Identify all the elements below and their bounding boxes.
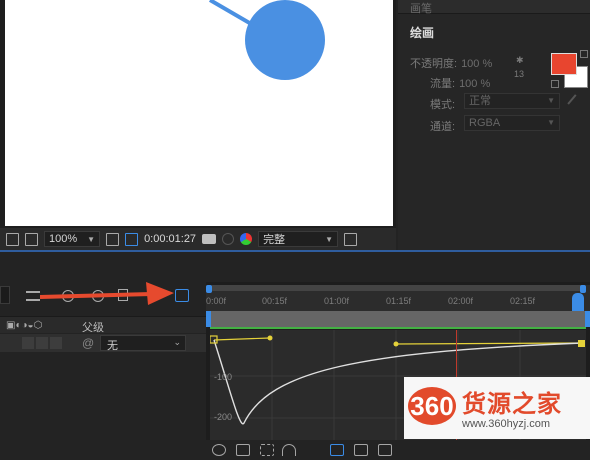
layer-switches-icons[interactable]: ▣◐◑◒⬡ <box>6 320 42 331</box>
navigator-end-handle[interactable] <box>580 285 586 293</box>
ruler-tick-label: 01:15f <box>386 296 412 306</box>
layer-columns-header: ▣◐◑◒⬡ 父级 <box>0 316 206 334</box>
annotation-arrow <box>40 282 174 305</box>
pickwhip-icon[interactable]: @ <box>82 336 94 350</box>
brush-panel-tab[interactable]: 画笔 <box>398 0 590 15</box>
bezier-handle-point[interactable] <box>393 341 399 347</box>
ruler-tick-label: 00:15f <box>262 296 288 306</box>
paint-panel: 画笔 绘画 不透明度: 100 % 流量: 100 % ✱ 13 模式: 正常 ▼ 通… <box>398 0 590 250</box>
graph-value-label: -100 <box>214 372 233 382</box>
flow-label: 流量: <box>430 78 456 90</box>
channel-value: RGBA <box>469 117 501 129</box>
brush-panel-label: 画笔 <box>410 3 432 15</box>
graph-type-icon[interactable] <box>236 444 250 456</box>
graph-editor-toolbar <box>206 440 590 460</box>
render-cache-bar <box>210 327 586 329</box>
zoom-value: 100% <box>49 233 78 245</box>
layer-switch-boxes[interactable] <box>22 337 64 349</box>
ruler-tick-label: 02:15f <box>510 296 536 306</box>
work-area-start-handle[interactable] <box>206 311 211 327</box>
bezier-handle-left[interactable] <box>213 337 271 341</box>
mode-dropdown[interactable]: 正常 ▼ <box>464 93 560 109</box>
ruler-end-marker[interactable] <box>572 293 584 311</box>
ruler-tick-label: 02:00f <box>448 296 474 306</box>
chevron-down-icon: ⌄ <box>173 337 181 347</box>
fit-selection-icon[interactable] <box>354 444 368 456</box>
work-area-end-handle[interactable] <box>585 311 590 327</box>
monitor-icon[interactable] <box>25 232 38 246</box>
watermark-url: www.360hyzj.com <box>462 418 551 430</box>
foreground-color-swatch[interactable] <box>551 53 577 75</box>
brush-size: 13 <box>514 69 525 79</box>
composition-canvas[interactable] <box>5 0 393 226</box>
timecode[interactable]: 0:00:01:27 <box>144 233 196 245</box>
graph-value-label: -200 <box>214 412 233 422</box>
resolution-value: 完整 <box>263 234 286 246</box>
layer-row[interactable]: @ 无 ⌄ <box>0 334 206 352</box>
chevron-down-icon: ▼ <box>325 234 334 244</box>
viewer-toolbar: 100% ▼ 0:00:01:27 完整 ▼ <box>0 228 396 250</box>
channel-dropdown[interactable]: RGBA ▼ <box>464 115 560 131</box>
ruler-tick-label: 01:00f <box>324 296 350 306</box>
eyedropper-icon[interactable] <box>567 94 583 110</box>
eye-icon[interactable] <box>212 444 226 456</box>
blue-circle-shape[interactable] <box>245 0 325 80</box>
paint-panel-title: 绘画 <box>410 26 435 40</box>
always-preview-icon[interactable] <box>6 232 19 246</box>
time-ruler[interactable]: 0:00f 00:15f 01:00f 01:15f 02:00f 02:15f <box>206 285 590 311</box>
swap-colors-icon[interactable] <box>580 50 588 58</box>
opacity-value[interactable]: 100 % <box>461 58 492 70</box>
search-field[interactable] <box>0 286 10 304</box>
brush-tip-icon[interactable]: ✱ <box>516 55 524 66</box>
grid-guides-icon[interactable] <box>106 232 120 246</box>
flow-row: 流量: 100 % <box>430 75 490 91</box>
fast-preview-icon[interactable] <box>344 232 358 246</box>
parent-column-header: 父级 <box>82 322 104 334</box>
resolution-dropdown[interactable]: 完整 ▼ <box>258 231 339 247</box>
composition-viewer <box>0 0 396 228</box>
chevron-down-icon: ▼ <box>547 118 555 127</box>
show-snapshot-icon[interactable] <box>222 233 235 245</box>
parent-value: 无 <box>107 340 118 352</box>
channel-label: 通道: <box>430 121 456 133</box>
chevron-down-icon: ▼ <box>547 96 555 105</box>
watermark-logo: 360 <box>408 387 456 425</box>
comp-mini-flowchart-icon[interactable] <box>26 291 40 301</box>
zoom-dropdown[interactable]: 100% ▼ <box>44 231 101 247</box>
navigator-start-handle[interactable] <box>206 285 212 293</box>
mode-label: 模式: <box>430 99 456 111</box>
canvas-drawing <box>208 0 325 80</box>
snap-magnet-icon[interactable] <box>282 444 296 456</box>
parent-dropdown[interactable]: 无 ⌄ <box>100 335 186 352</box>
timeline-layer-panel: ▣◐◑◒⬡ 父级 @ 无 ⌄ <box>0 252 206 460</box>
auto-zoom-height-icon[interactable] <box>330 444 344 456</box>
transform-box-icon[interactable] <box>260 444 274 456</box>
mode-value: 正常 <box>469 95 491 107</box>
chevron-down-icon: ▼ <box>87 234 96 244</box>
snapshot-camera-icon[interactable] <box>202 234 217 244</box>
app-window: 100% ▼ 0:00:01:27 完整 ▼ 画笔 绘画 不透明度: 100 % 流量… <box>0 0 590 460</box>
keyframe-end[interactable] <box>578 340 585 347</box>
region-of-interest-icon[interactable] <box>125 232 139 246</box>
ruler-tick-label: 0:00f <box>206 296 227 306</box>
opacity-row: 不透明度: 100 % <box>410 55 492 71</box>
color-channels-icon[interactable] <box>240 233 253 245</box>
work-area-bar[interactable] <box>206 311 590 327</box>
watermark-site-name: 货源之家 <box>462 391 562 418</box>
fit-all-graphs-icon[interactable] <box>378 444 392 456</box>
time-navigator-bar[interactable] <box>210 285 584 291</box>
flow-value[interactable]: 100 % <box>459 78 490 90</box>
opacity-label: 不透明度: <box>410 58 458 70</box>
default-colors-icon[interactable] <box>551 80 559 88</box>
bezier-handle-point[interactable] <box>267 335 273 341</box>
